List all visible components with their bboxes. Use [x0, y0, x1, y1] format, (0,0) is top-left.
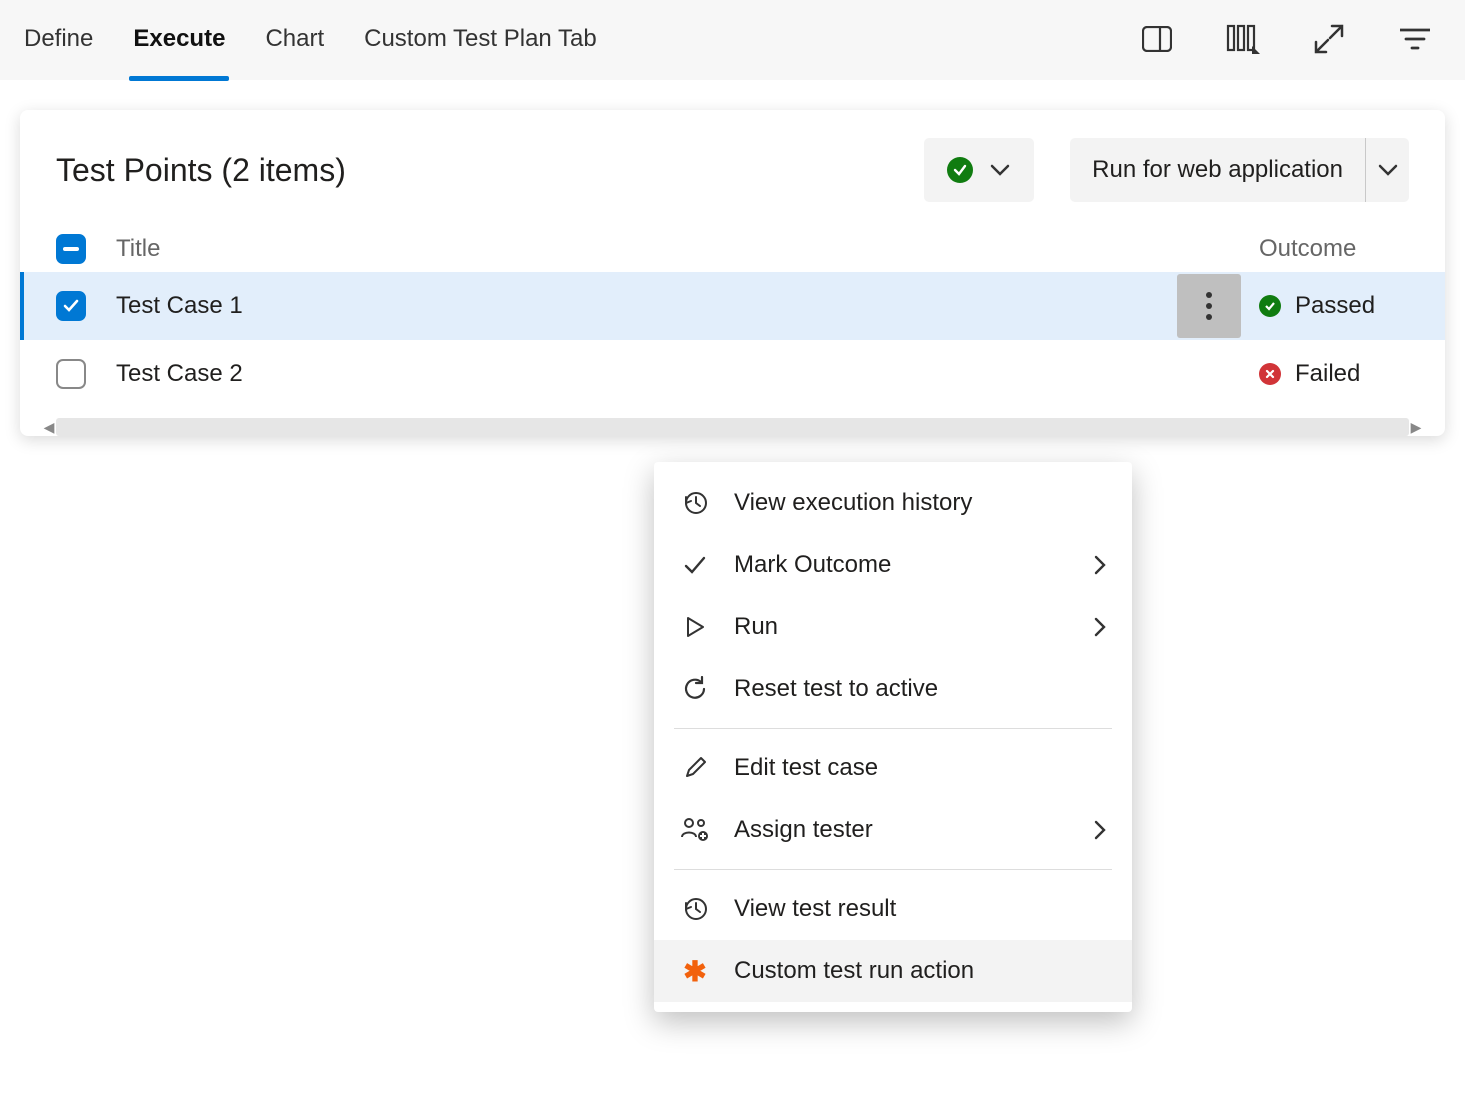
tab-define[interactable]: Define: [20, 0, 97, 79]
history-icon: [680, 490, 710, 516]
panel-title: Test Points (2 items): [56, 152, 924, 189]
more-actions-button[interactable]: [1177, 274, 1241, 338]
scroll-left-icon[interactable]: ◀: [42, 418, 56, 436]
row-checkbox[interactable]: [56, 291, 86, 321]
menu-label: Mark Outcome: [734, 551, 1068, 579]
tab-chart[interactable]: Chart: [261, 0, 328, 79]
row-title: Test Case 1: [116, 292, 1169, 320]
context-menu: View execution history Mark Outcome Run: [654, 462, 1132, 1012]
tab-bar: Define Execute Chart Custom Test Plan Ta…: [0, 0, 1465, 80]
row-checkbox[interactable]: [56, 359, 86, 389]
tab-execute[interactable]: Execute: [129, 0, 229, 79]
run-button-label: Run for web application: [1092, 156, 1365, 184]
menu-label: Assign tester: [734, 816, 1068, 844]
menu-separator: [674, 869, 1112, 870]
table-row[interactable]: Test Case 2 Failed: [20, 340, 1445, 408]
horizontal-scrollbar[interactable]: ◀ ▶: [56, 418, 1409, 436]
history-icon: [680, 896, 710, 922]
panel-toggle-icon[interactable]: [1127, 9, 1187, 69]
run-split-dropdown[interactable]: [1365, 138, 1409, 202]
refresh-icon: [680, 676, 710, 702]
select-all-checkbox[interactable]: [56, 234, 86, 264]
chevron-right-icon: [1092, 555, 1112, 575]
row-outcome: Passed: [1295, 292, 1375, 320]
table-row[interactable]: Test Case 1 Passed: [20, 272, 1445, 340]
column-options-icon[interactable]: [1213, 9, 1273, 69]
play-icon: [680, 615, 710, 639]
tab-custom-test-plan[interactable]: Custom Test Plan Tab: [360, 0, 601, 79]
row-title: Test Case 2: [116, 360, 1169, 388]
mark-outcome-dropdown[interactable]: [924, 138, 1034, 202]
failed-icon: [1259, 363, 1281, 385]
menu-edit-test-case[interactable]: Edit test case: [654, 737, 1132, 799]
menu-mark-outcome[interactable]: Mark Outcome: [654, 534, 1132, 596]
table-header: Title Outcome: [20, 226, 1445, 272]
menu-label: Custom test run action: [734, 957, 1112, 985]
fullscreen-icon[interactable]: [1299, 9, 1359, 69]
row-outcome: Failed: [1295, 360, 1360, 388]
chevron-right-icon: [1092, 820, 1112, 840]
filter-icon[interactable]: [1385, 9, 1445, 69]
menu-run[interactable]: Run: [654, 596, 1132, 658]
menu-label: Reset test to active: [734, 675, 1112, 703]
tab-list: Define Execute Chart Custom Test Plan Ta…: [20, 0, 601, 79]
edit-icon: [680, 756, 710, 780]
column-header-title[interactable]: Title: [116, 235, 1169, 263]
menu-view-execution-history[interactable]: View execution history: [654, 472, 1132, 534]
assign-tester-icon: [680, 817, 710, 843]
chevron-down-icon: [1377, 159, 1399, 181]
menu-view-test-result[interactable]: View test result: [654, 878, 1132, 940]
menu-label: View execution history: [734, 489, 1112, 517]
passed-icon: [1259, 295, 1281, 317]
checkmark-icon: [680, 552, 710, 578]
menu-label: View test result: [734, 895, 1112, 923]
menu-custom-test-run-action[interactable]: ✱ Custom test run action: [654, 940, 1132, 1002]
menu-separator: [674, 728, 1112, 729]
asterisk-icon: ✱: [680, 955, 710, 988]
menu-label: Run: [734, 613, 1068, 641]
test-points-panel: Test Points (2 items) Run for web applic…: [20, 110, 1445, 436]
run-for-web-application-button[interactable]: Run for web application: [1070, 138, 1409, 202]
chevron-right-icon: [1092, 617, 1112, 637]
menu-assign-tester[interactable]: Assign tester: [654, 799, 1132, 861]
pass-icon: [947, 157, 973, 183]
menu-label: Edit test case: [734, 754, 1112, 782]
column-header-outcome[interactable]: Outcome: [1249, 235, 1409, 263]
menu-reset-test-to-active[interactable]: Reset test to active: [654, 658, 1132, 720]
chevron-down-icon: [989, 159, 1011, 181]
scroll-right-icon[interactable]: ▶: [1409, 418, 1423, 436]
